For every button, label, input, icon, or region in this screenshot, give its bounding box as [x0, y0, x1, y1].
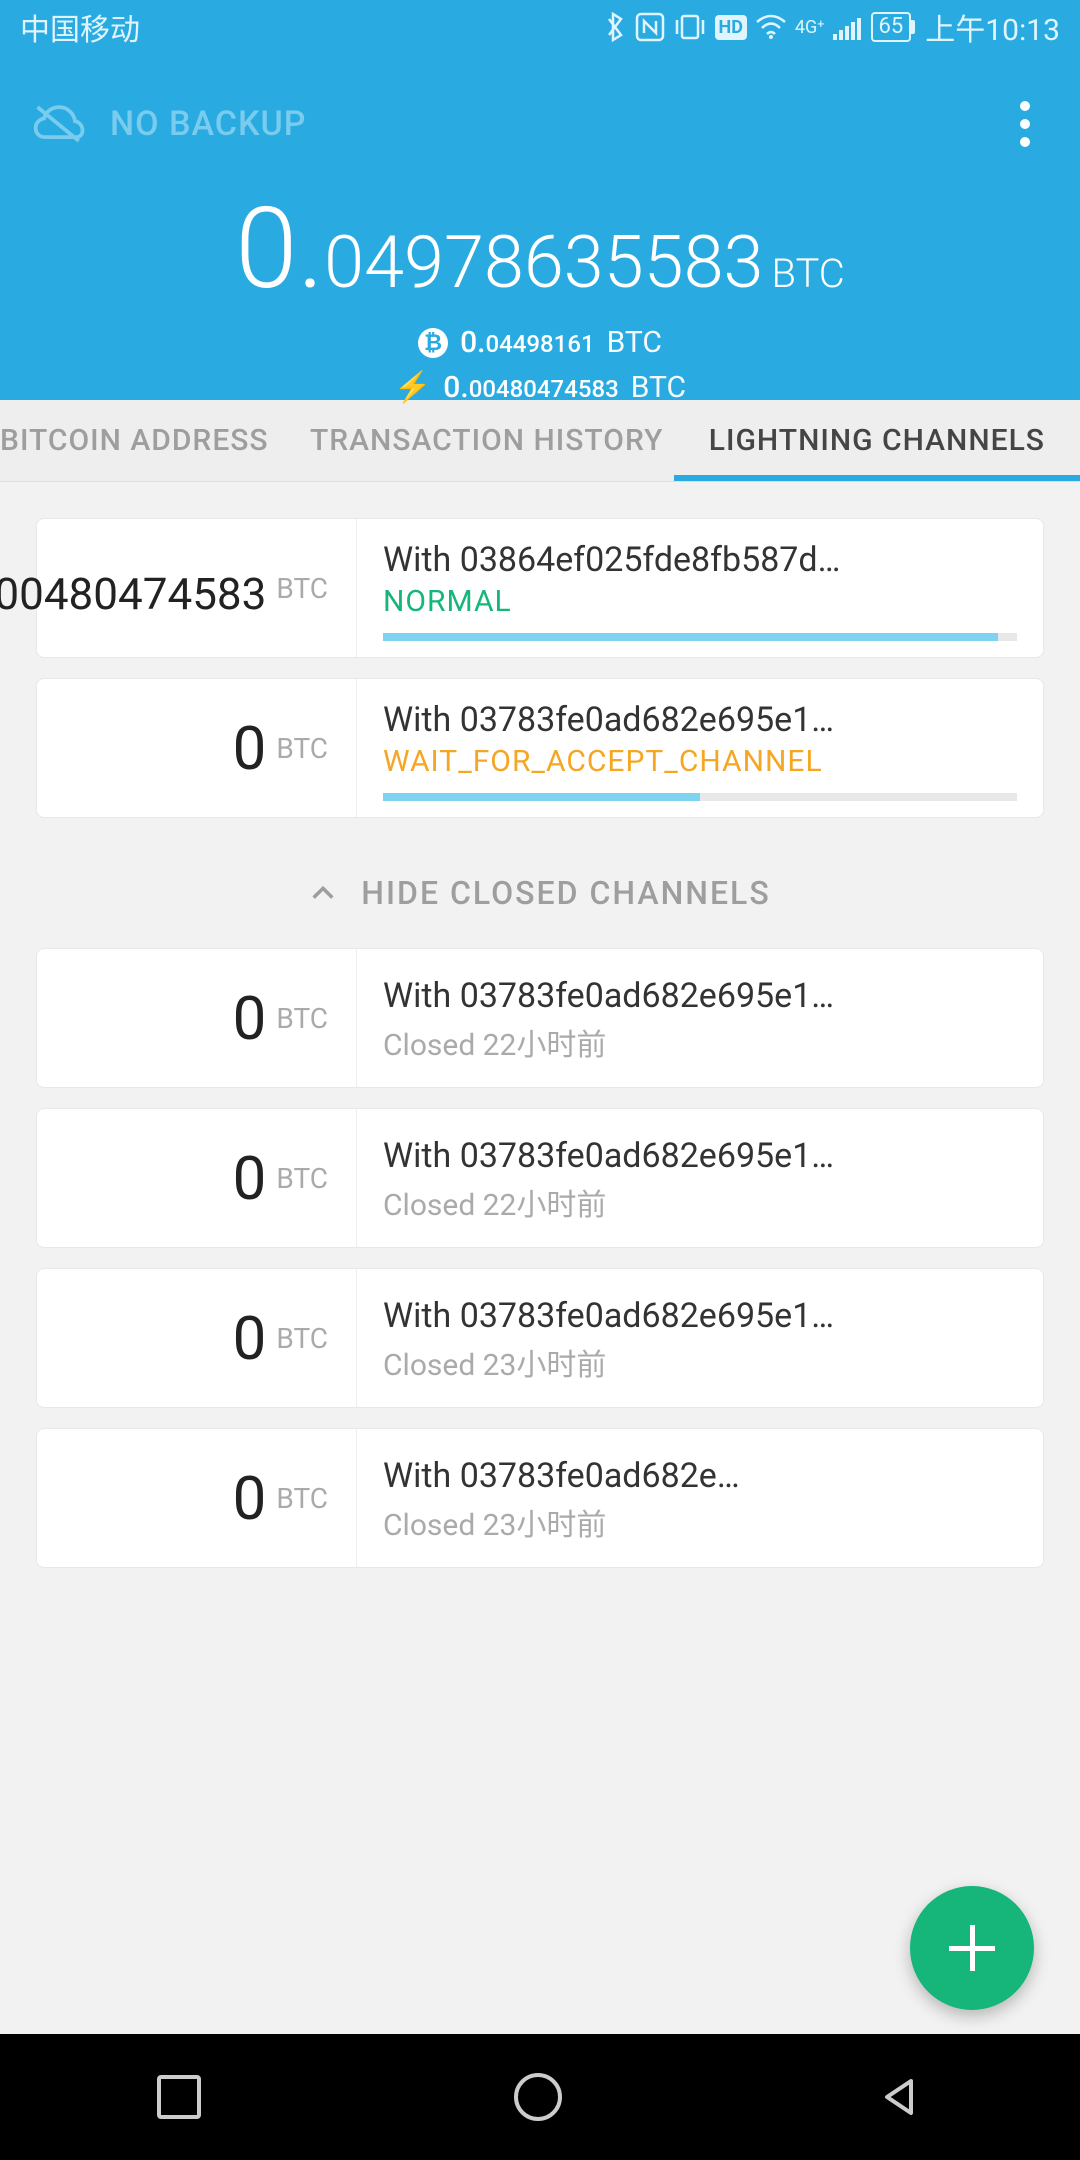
home-button[interactable]: [514, 2073, 562, 2121]
nfc-icon: [635, 12, 665, 42]
channel-status: Closed 22小时前: [383, 1180, 1017, 1224]
channel-status: WAIT_FOR_ACCEPT_CHANNEL: [383, 744, 1017, 779]
chevron-up-icon: [309, 879, 337, 907]
tab-bar: BITCOIN ADDRESS TRANSACTION HISTORY LIGH…: [0, 400, 1080, 482]
bluetooth-icon: [603, 12, 627, 42]
balance-fraction: 04978635583: [324, 220, 763, 305]
channel-status: Closed 23小时前: [383, 1340, 1017, 1384]
channel-peer: With 03783fe0ad682e695e1…: [383, 976, 1017, 1016]
channel-card[interactable]: 0.00480474583 BTC With 03864ef025fde8fb5…: [36, 518, 1044, 658]
channel-balance: 0 BTC: [37, 949, 357, 1087]
channel-peer: With 03783fe0ad682e695e1…: [383, 1136, 1017, 1176]
channel-peer: With 03783fe0ad682e…: [383, 1456, 1017, 1496]
channel-card[interactable]: 0 BTC With 03783fe0ad682e695e1… Closed 2…: [36, 948, 1044, 1088]
channel-balance: 0 BTC: [37, 1109, 357, 1247]
channel-list: 0.00480474583 BTC With 03864ef025fde8fb5…: [0, 482, 1080, 1568]
tab-bitcoin-address[interactable]: BITCOIN ADDRESS: [0, 400, 300, 481]
channel-status: Closed 23小时前: [383, 1500, 1017, 1544]
channel-peer: With 03783fe0ad682e695e1…: [383, 700, 1017, 740]
balance-unit: BTC: [771, 250, 844, 297]
no-backup-button[interactable]: NO BACKUP: [30, 94, 306, 154]
more-menu-button[interactable]: [1000, 91, 1050, 157]
channel-status: NORMAL: [383, 584, 1017, 619]
carrier-label: 中国移动: [20, 5, 140, 49]
channel-status: Closed 22小时前: [383, 1020, 1017, 1064]
wallet-header: NO BACKUP 0.04978635583BTC ₿ 0.04498161 …: [0, 54, 1080, 400]
onchain-balance: ₿ 0.04498161 BTC: [30, 325, 1050, 360]
channel-peer: With 03783fe0ad682e695e1…: [383, 1296, 1017, 1336]
tab-transaction-history[interactable]: TRANSACTION HISTORY: [300, 400, 674, 481]
cloud-off-icon: [30, 94, 90, 154]
channel-balance: 0 BTC: [37, 1429, 357, 1567]
battery-icon: 65: [871, 12, 912, 42]
back-button[interactable]: [875, 2073, 923, 2121]
channel-peer: With 03864ef025fde8fb587d…: [383, 540, 1017, 580]
status-bar: 中国移动 HD 4G⁺ 65 上午10:13: [0, 0, 1080, 54]
status-right: HD 4G⁺ 65 上午10:13: [603, 5, 1061, 49]
hide-closed-label: HIDE CLOSED CHANNELS: [361, 874, 770, 912]
channel-card[interactable]: 0 BTC With 03783fe0ad682e… Closed 23小时前: [36, 1428, 1044, 1568]
wifi-icon: [755, 14, 787, 40]
tab-lightning-channels[interactable]: LIGHTNING CHANNELS: [674, 400, 1080, 481]
channel-balance: 0 BTC: [37, 1269, 357, 1407]
channel-balance: 0.00480474583 BTC: [37, 519, 357, 657]
channel-balance: 0 BTC: [37, 679, 357, 817]
recent-apps-button[interactable]: [157, 2075, 201, 2119]
channel-card[interactable]: 0 BTC With 03783fe0ad682e695e1… Closed 2…: [36, 1108, 1044, 1248]
vibrate-icon: [673, 12, 707, 42]
channel-card[interactable]: 0 BTC With 03783fe0ad682e695e1… WAIT_FOR…: [36, 678, 1044, 818]
network-4g-icon: 4G⁺: [795, 17, 825, 38]
system-navbar: [0, 2034, 1080, 2160]
hd-icon: HD: [715, 15, 747, 40]
clock-label: 上午10:13: [925, 5, 1060, 49]
total-balance[interactable]: 0.04978635583BTC ₿ 0.04498161 BTC ⚡ 0.00…: [30, 184, 1050, 405]
signal-icon: [833, 14, 863, 40]
add-channel-fab[interactable]: [910, 1886, 1034, 2010]
channel-card[interactable]: 0 BTC With 03783fe0ad682e695e1… Closed 2…: [36, 1268, 1044, 1408]
balance-integer: 0.: [235, 184, 324, 315]
no-backup-label: NO BACKUP: [110, 104, 306, 144]
hide-closed-channels-button[interactable]: HIDE CLOSED CHANNELS: [36, 838, 1044, 948]
bitcoin-icon: ₿: [418, 328, 448, 358]
